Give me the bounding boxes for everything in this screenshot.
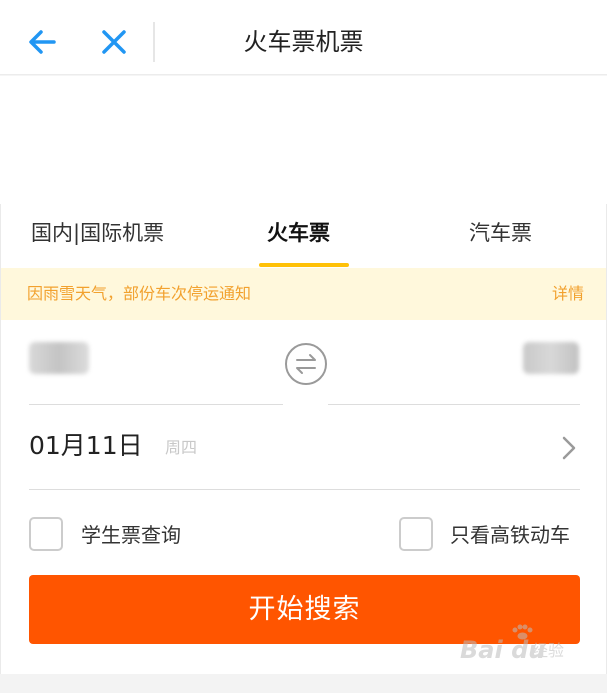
date-selector[interactable]: 01月11日 周四 [1,406,606,490]
notice-banner[interactable]: 因雨雪天气，部份车次停运通知 详情 [1,268,606,320]
station-row [1,320,606,406]
departure-underline [29,404,283,405]
departure-date: 01月11日 [29,431,143,460]
student-ticket-label[interactable]: 学生票查询 [81,520,181,550]
student-ticket-checkbox[interactable] [29,517,63,551]
swap-stations-button[interactable] [284,342,328,386]
page-title: 火车票机票 [243,28,364,56]
baidu-watermark: Bai du 经验 [460,624,590,670]
blank-area [0,76,607,204]
high-speed-only-label[interactable]: 只看高铁动车 [450,520,570,550]
tab-bus[interactable]: 汽车票 [469,218,532,248]
chevron-right-icon [562,436,576,460]
notice-text: 因雨雪天气，部份车次停运通知 [27,284,252,303]
ticket-search-card: 国内|国际机票 火车票 汽车票 因雨雪天气，部份车次停运通知 详情 01月11日… [0,204,607,674]
search-options: 学生票查询 只看高铁动车 [1,490,606,570]
high-speed-only-checkbox[interactable] [399,517,433,551]
arrival-underline [328,404,580,405]
arrival-station-field[interactable] [523,342,579,374]
tab-train[interactable]: 火车票 [267,218,330,248]
tab-flights[interactable]: 国内|国际机票 [31,218,164,248]
bottom-strip [0,674,607,693]
ticket-type-tabs: 国内|国际机票 火车票 汽车票 [1,204,606,268]
swap-icon [285,343,327,385]
notice-details-link[interactable]: 详情 [552,282,584,306]
active-tab-indicator [259,263,349,267]
watermark-sub: 经验 [532,641,565,660]
departure-weekday: 周四 [165,438,198,457]
departure-station-field[interactable] [29,342,89,374]
top-navigation-bar: 火车票机票 [0,0,607,75]
